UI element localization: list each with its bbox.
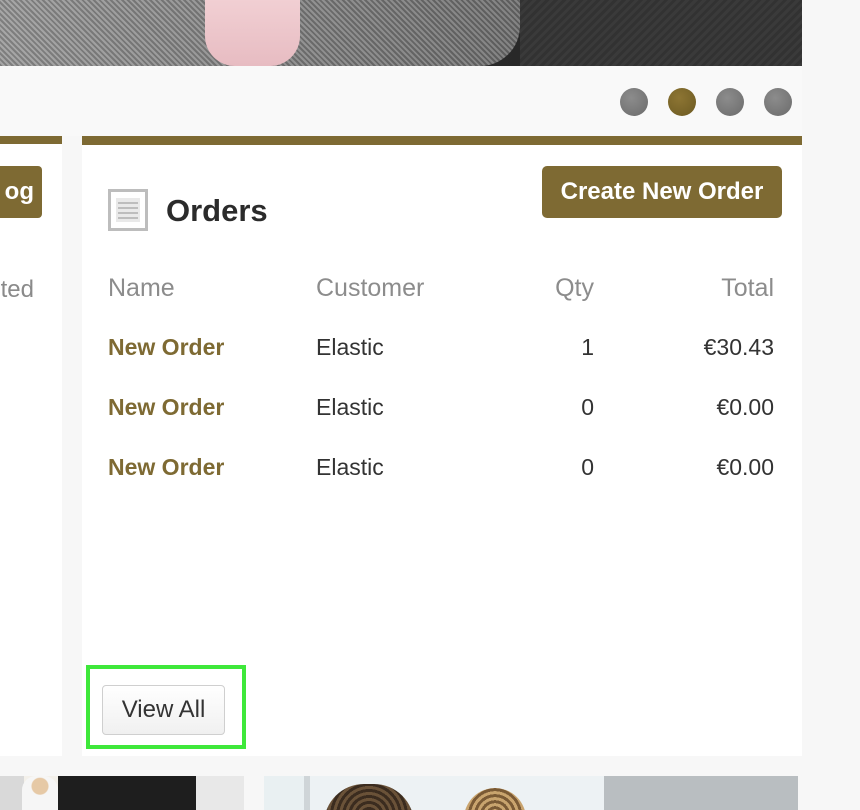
carousel-dot-1[interactable] — [620, 88, 648, 116]
table-row: New Order Elastic 0 €0.00 — [108, 377, 774, 437]
order-name-cell: New Order — [108, 317, 316, 377]
order-link[interactable]: New Order — [108, 334, 224, 360]
blog-panel: og ted — [0, 136, 62, 756]
order-total: €30.43 — [703, 333, 774, 360]
order-customer: Elastic — [316, 333, 384, 360]
create-new-order-button[interactable]: Create New Order — [542, 166, 782, 218]
create-blog-button-label: og — [4, 178, 34, 205]
bottom-right-figure-1 — [324, 784, 414, 810]
order-total: €0.00 — [716, 393, 774, 420]
page: og ted Orders Create New Order Name Cust… — [0, 0, 860, 810]
order-qty: 1 — [581, 333, 594, 360]
order-total: €0.00 — [716, 453, 774, 480]
column-header-qty[interactable]: Qty — [522, 259, 594, 317]
orders-title: Orders — [166, 193, 268, 228]
carousel-pagination — [0, 66, 802, 136]
bottom-product-image-right[interactable] — [264, 776, 798, 810]
table-row: New Order Elastic 0 €0.00 — [108, 437, 774, 497]
blog-column-header: ted — [0, 276, 34, 303]
column-header-name[interactable]: Name — [108, 259, 316, 317]
bottom-right-figure-2 — [464, 788, 526, 810]
view-all-button[interactable]: View All — [102, 685, 225, 735]
hero-backdrop — [520, 0, 802, 66]
bottom-product-image-left[interactable] — [0, 776, 244, 810]
orders-panel: Orders Create New Order Name Customer Qt… — [82, 136, 802, 756]
column-header-total[interactable]: Total — [594, 259, 774, 317]
table-row: New Order Elastic 1 €30.43 — [108, 317, 774, 377]
order-name-cell: New Order — [108, 437, 316, 497]
create-blog-button[interactable]: og — [0, 166, 42, 218]
order-name-cell: New Order — [108, 377, 316, 437]
hero-banner-image — [0, 0, 802, 66]
document-icon — [108, 189, 148, 231]
order-qty: 0 — [581, 453, 594, 480]
order-link[interactable]: New Order — [108, 394, 224, 420]
column-header-customer[interactable]: Customer — [316, 259, 522, 317]
order-customer: Elastic — [316, 453, 384, 480]
orders-table-header: Name Customer Qty Total — [108, 259, 774, 317]
carousel-dot-3[interactable] — [716, 88, 744, 116]
carousel-dot-4[interactable] — [764, 88, 792, 116]
order-qty: 0 — [581, 393, 594, 420]
order-customer: Elastic — [316, 393, 384, 420]
orders-table: Name Customer Qty Total New Order Elasti… — [108, 259, 774, 497]
bottom-left-figure — [22, 776, 58, 810]
order-link[interactable]: New Order — [108, 454, 224, 480]
hero-shirt — [205, 0, 300, 66]
carousel-dot-2-active[interactable] — [668, 88, 696, 116]
